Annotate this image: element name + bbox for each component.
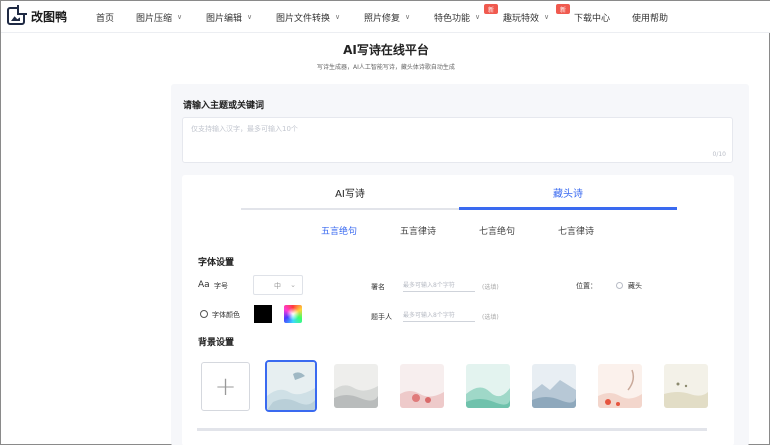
landscape-thumb-image bbox=[532, 364, 576, 408]
font-settings-title: 字体设置 bbox=[198, 258, 235, 268]
author-hint: (选填) bbox=[482, 314, 499, 321]
nav-fun-effects[interactable]: 趣玩特效 ∨ bbox=[503, 1, 549, 33]
nav-home-label: 首页 bbox=[96, 13, 115, 24]
nav-help[interactable]: 使用帮助 bbox=[632, 1, 668, 33]
nav-image-compress-label: 图片压缩 bbox=[136, 13, 173, 24]
chevron-down-icon: ∨ bbox=[247, 13, 253, 21]
background-thumb-6[interactable] bbox=[598, 364, 642, 408]
nav-home[interactable]: 首页 bbox=[96, 1, 114, 33]
color-picker-swatch[interactable] bbox=[284, 305, 302, 323]
new-badge: 新 bbox=[484, 4, 498, 14]
tab-acrostic-poem[interactable]: 藏头诗 bbox=[459, 185, 677, 200]
background-thumb-2[interactable] bbox=[334, 364, 378, 408]
nav-download-center-label: 下载中心 bbox=[574, 13, 611, 24]
logo-text: 改图鸭 bbox=[31, 9, 68, 24]
landscape-thumb-image bbox=[466, 364, 510, 408]
tab-ai-poem[interactable]: AI写诗 bbox=[241, 185, 459, 200]
nav-download-center[interactable]: 下载中心 bbox=[574, 1, 610, 33]
subtab-five-char-quatrain[interactable]: 五言绝句 bbox=[321, 224, 357, 237]
position-option-label: 藏头 bbox=[628, 282, 642, 290]
page-title: AI写诗在线平台 bbox=[343, 43, 429, 57]
palette-icon bbox=[200, 310, 208, 318]
chevron-down-icon: ∨ bbox=[544, 13, 550, 21]
top-nav: 改图鸭 首页 图片压缩 ∨ 图片编辑 ∨ 图片文件转换 ∨ 照片修复 ∨ 特色功… bbox=[1, 1, 770, 33]
background-thumb-4[interactable] bbox=[466, 364, 510, 408]
signature-hint: (选填) bbox=[482, 284, 499, 291]
signature-input[interactable]: 最多可输入8个字符 bbox=[403, 278, 475, 292]
signature-label: 署名 bbox=[371, 283, 385, 291]
nav-image-compress[interactable]: 图片压缩 ∨ bbox=[136, 1, 182, 33]
nav-photo-repair[interactable]: 照片修复 ∨ bbox=[364, 1, 410, 33]
nav-special-features-label: 特色功能 bbox=[434, 13, 471, 24]
subtab-seven-char-quatrain[interactable]: 七言绝句 bbox=[479, 224, 515, 237]
font-size-select[interactable]: 中 ⌄ bbox=[253, 275, 303, 295]
font-color-label: 字体颜色 bbox=[212, 311, 240, 319]
nav-help-label: 使用帮助 bbox=[632, 13, 669, 24]
chevron-down-icon: ∨ bbox=[177, 13, 183, 21]
author-label: 题手人 bbox=[371, 313, 392, 321]
logo[interactable]: 改图鸭 bbox=[7, 5, 68, 25]
landscape-thumb-image bbox=[400, 364, 444, 408]
page-subtitle: 写诗生成器，AI人工智能写诗，藏头体诗歌自动生成 bbox=[317, 64, 455, 71]
keyword-char-count: 0/10 bbox=[712, 151, 726, 158]
background-settings-title: 背景设置 bbox=[198, 338, 235, 348]
nav-file-convert-label: 图片文件转换 bbox=[276, 13, 331, 24]
subtab-five-char-regulated[interactable]: 五言律诗 bbox=[400, 224, 436, 237]
nav-special-features[interactable]: 特色功能 ∨ bbox=[434, 1, 480, 33]
color-swatch-black[interactable] bbox=[254, 305, 272, 323]
background-thumb-3[interactable] bbox=[400, 364, 444, 408]
background-thumb-7[interactable] bbox=[664, 364, 708, 408]
nav-file-convert[interactable]: 图片文件转换 ∨ bbox=[276, 1, 340, 33]
thumbnail-scrollbar[interactable] bbox=[197, 428, 707, 431]
landscape-thumb-image bbox=[664, 364, 708, 408]
landscape-thumb-image bbox=[334, 364, 378, 408]
nav-image-edit[interactable]: 图片编辑 ∨ bbox=[206, 1, 252, 33]
background-thumb-1[interactable] bbox=[265, 360, 317, 412]
position-label: 位置： bbox=[576, 282, 597, 290]
plus-icon: + bbox=[214, 371, 237, 402]
active-tab-indicator bbox=[459, 207, 677, 210]
landscape-thumb-image bbox=[267, 362, 315, 410]
add-background-button[interactable]: + bbox=[201, 362, 250, 411]
nav-photo-repair-label: 照片修复 bbox=[364, 13, 401, 24]
font-size-value: 中 bbox=[274, 282, 281, 290]
landscape-thumb-image bbox=[598, 364, 642, 408]
keyword-input[interactable]: 仅支持输入汉字，最多可输入10个 0/10 bbox=[182, 117, 733, 163]
chevron-down-icon: ∨ bbox=[335, 13, 341, 21]
keyword-label: 请输入主题或关键词 bbox=[183, 101, 265, 111]
keyword-placeholder: 仅支持输入汉字，最多可输入10个 bbox=[191, 125, 298, 133]
subtab-seven-char-regulated[interactable]: 七言律诗 bbox=[558, 224, 594, 237]
nav-fun-effects-label: 趣玩特效 bbox=[503, 13, 540, 24]
nav-image-edit-label: 图片编辑 bbox=[206, 13, 243, 24]
chevron-down-icon: ∨ bbox=[475, 13, 481, 21]
logo-icon bbox=[7, 5, 27, 25]
new-badge: 新 bbox=[556, 4, 570, 14]
author-input[interactable]: 最多可输入8个字符 bbox=[403, 308, 475, 322]
chevron-down-icon: ∨ bbox=[405, 13, 411, 21]
position-radio[interactable] bbox=[616, 282, 623, 289]
background-thumb-5[interactable] bbox=[532, 364, 576, 408]
chevron-down-icon: ⌄ bbox=[290, 281, 296, 289]
font-size-icon: Aa bbox=[198, 280, 210, 290]
font-size-label: 字号 bbox=[214, 282, 228, 290]
